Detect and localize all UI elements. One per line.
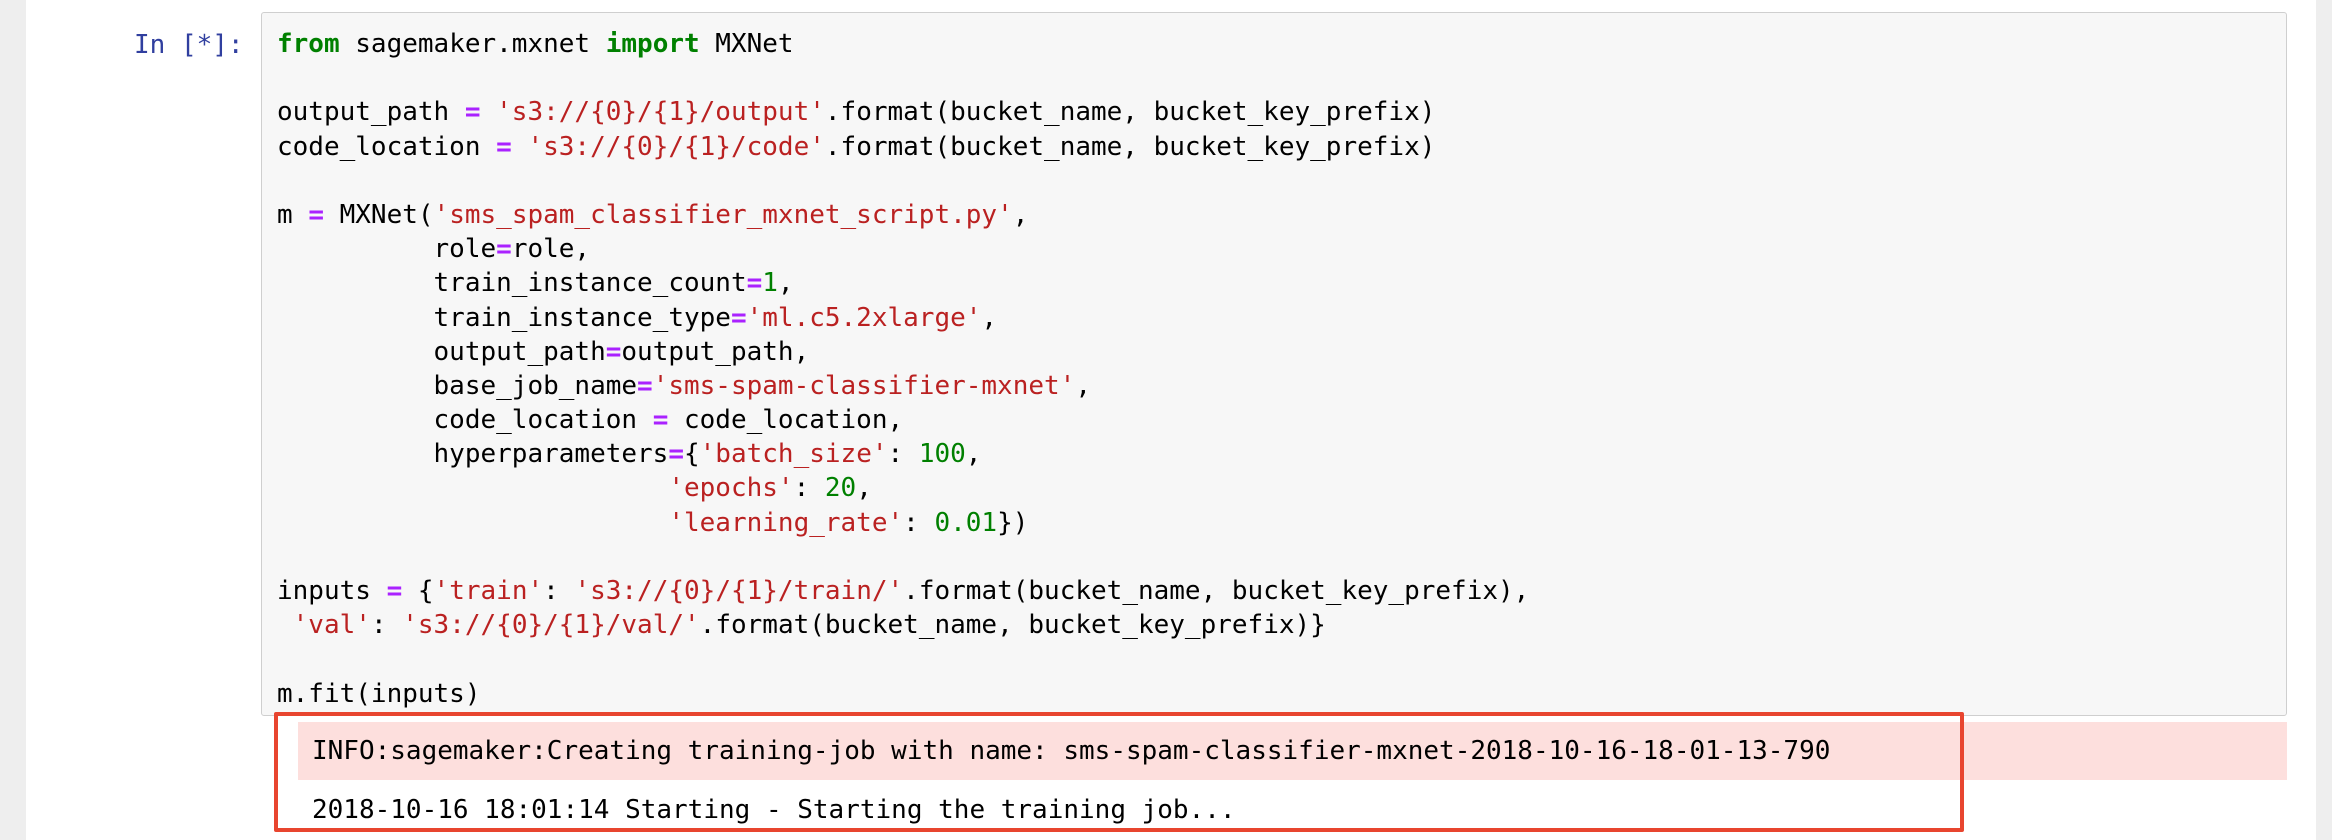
code-token: import (605, 29, 700, 59)
code-token: 100 (918, 439, 966, 470)
code-line: base_job_name='sms-spam-classifier-mxnet… (277, 369, 1529, 403)
code-line: m = MXNet('sms_spam_classifier_mxnet_scr… (277, 198, 1529, 232)
code-line: train_instance_count=1, (277, 266, 1529, 300)
code-token: = (746, 268, 763, 299)
code-token: m.fit(inputs) (277, 678, 481, 709)
code-token: : (370, 610, 403, 641)
code-token: : (903, 507, 935, 538)
code-token: 1 (762, 268, 778, 299)
code-token: = (496, 234, 512, 265)
code-line: code_location = 's3://{0}/{1}/code'.form… (277, 130, 1529, 164)
code-token: : (793, 473, 825, 504)
code-token: .format(bucket_name, bucket_key_prefix) (824, 97, 1436, 128)
code-line: hyperparameters={'batch_size': 100, (277, 437, 1529, 471)
code-token: , (856, 473, 872, 504)
output-highlight-box (274, 712, 1964, 832)
code-token: .format(bucket_name, bucket_key_prefix), (903, 576, 1530, 606)
code-token: = (496, 131, 512, 162)
notebook-page: In [*]: from sagemaker.mxnet import MXNe… (26, 0, 2316, 840)
code-token: inputs (277, 576, 387, 606)
code-token: code_location, (668, 405, 904, 436)
code-token: : (543, 576, 575, 606)
code-token: , (981, 302, 998, 333)
code-token: hyperparameters (277, 439, 669, 470)
code-line: m.fit(inputs) (277, 677, 1529, 711)
code-token: 's3://{0}/{1}/train/' (574, 576, 904, 606)
code-token: train_instance_count (277, 268, 747, 299)
code-token: = (652, 405, 669, 436)
code-token: .format(bucket_name, bucket_key_prefix) (824, 131, 1436, 162)
code-token: = (605, 336, 622, 367)
code-token: = (308, 199, 324, 230)
code-token: = (637, 370, 653, 401)
code-token: from (277, 29, 340, 59)
code-token: 'learning_rate' (668, 507, 904, 538)
code-token: 'val' (292, 610, 371, 641)
code-token: code_location (277, 131, 497, 162)
code-token: = (730, 302, 747, 333)
code-token: 'sms_spam_classifier_mxnet_script.py' (433, 199, 1013, 230)
code-token: MXNet( (323, 199, 434, 230)
code-token: MXNet (699, 29, 794, 59)
code-token: 'epochs' (668, 473, 794, 504)
code-line: 'val': 's3://{0}/{1}/val/'.format(bucket… (277, 608, 1529, 642)
code-token: 's3://{0}/{1}/code' (527, 131, 825, 162)
code-token: 'train' (433, 576, 544, 606)
code-token: : (887, 439, 919, 470)
code-line: inputs = {'train': 's3://{0}/{1}/train/'… (277, 574, 1529, 608)
code-editor[interactable]: from sagemaker.mxnet import MXNet output… (277, 27, 1529, 711)
code-token: output_path (277, 336, 606, 367)
code-token: base_job_name (277, 370, 638, 401)
code-token: = (386, 576, 403, 606)
code-cell-input[interactable]: from sagemaker.mxnet import MXNet output… (261, 12, 2287, 716)
code-line: output_path = 's3://{0}/{1}/output'.form… (277, 95, 1529, 129)
code-token: , (777, 268, 794, 299)
code-line: 'learning_rate': 0.01}) (277, 506, 1529, 540)
code-token: train_instance_type (277, 302, 731, 333)
code-token: code_location (277, 405, 653, 436)
code-token: 'batch_size' (699, 439, 888, 470)
code-token: = (464, 97, 481, 128)
code-token: 's3://{0}/{1}/val/' (402, 610, 700, 641)
code-token: = (668, 439, 684, 470)
code-token: { (684, 439, 700, 470)
code-token: 'sms-spam-classifier-mxnet' (652, 370, 1076, 401)
code-line: code_location = code_location, (277, 403, 1529, 437)
code-token: m (277, 199, 309, 230)
code-token: , (1075, 370, 1091, 401)
code-line: train_instance_type='ml.c5.2xlarge', (277, 301, 1529, 335)
code-token: 20 (824, 473, 857, 504)
code-token: role (277, 234, 497, 265)
code-token: }) (997, 507, 1029, 538)
code-token: , (1012, 199, 1029, 230)
code-token: { (402, 576, 434, 606)
code-line: 'epochs': 20, (277, 471, 1529, 505)
code-token: sagemaker.mxnet (339, 29, 606, 59)
code-token: output_path, (621, 336, 810, 367)
code-line: role=role, (277, 232, 1529, 266)
input-prompt: In [*]: (134, 30, 244, 60)
code-token: output_path (277, 97, 465, 128)
code-token: 's3://{0}/{1}/output' (496, 97, 825, 128)
code-token: .format(bucket_name, bucket_key_prefix)} (699, 610, 1326, 641)
code-line: from sagemaker.mxnet import MXNet (277, 27, 1529, 61)
code-token: 0.01 (934, 507, 998, 538)
code-line: output_path=output_path, (277, 335, 1529, 369)
code-token: , (965, 439, 982, 470)
code-token: role, (511, 234, 591, 265)
code-token: 'ml.c5.2xlarge' (746, 302, 982, 333)
